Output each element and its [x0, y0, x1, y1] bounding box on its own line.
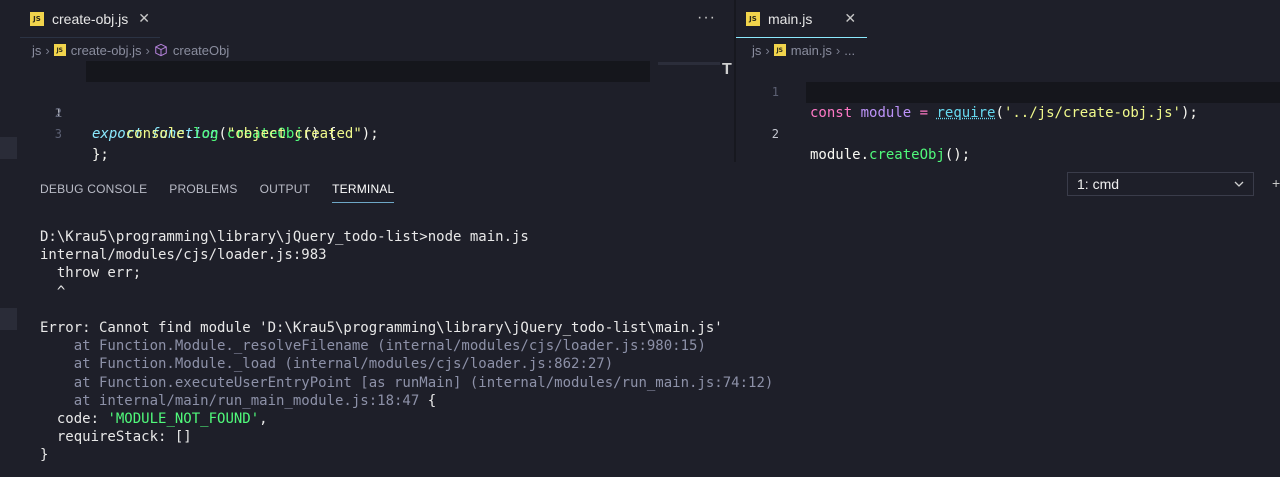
- code-token: .: [184, 126, 194, 142]
- close-icon[interactable]: ✕: [138, 10, 150, 27]
- code-token: "object created": [226, 126, 362, 142]
- terminal-line: internal/modules/cjs/loader.js:983: [40, 247, 327, 264]
- code-token: );: [1180, 105, 1198, 121]
- code-token: (: [218, 126, 227, 142]
- new-terminal-icon[interactable]: +: [1272, 175, 1280, 191]
- terminal-output[interactable]: D:\Krau5\programming\library\jQuery_todo…: [40, 228, 773, 464]
- tab-problems[interactable]: PROBLEMS: [169, 182, 237, 196]
- symbol-method-icon: [155, 43, 167, 57]
- code-token: };: [92, 147, 109, 163]
- right-editor-group: JS main.js ✕ js › JS main.js › ... 1 con…: [736, 0, 1280, 163]
- terminal-line: D:\Krau5\programming\library\jQuery_todo…: [40, 229, 529, 245]
- code-editor-left[interactable]: 1 export function createObj() { 2 consol…: [0, 61, 734, 163]
- breadcrumb-symbol[interactable]: createObj: [173, 43, 229, 58]
- code-editor-right[interactable]: 1 const module = require('../js/create-o…: [736, 61, 1280, 163]
- terminal-line: }: [40, 447, 49, 464]
- current-line-highlight: [86, 61, 650, 82]
- code-token: ();: [944, 147, 971, 163]
- code-token: '../js/create-obj.js': [1003, 105, 1181, 121]
- breadcrumb: js › JS main.js › ...: [736, 40, 855, 60]
- code-token: createObj: [869, 147, 945, 163]
- chevron-down-icon: [1234, 181, 1244, 187]
- gutter-marker: [0, 137, 17, 159]
- breadcrumb: js › JS create-obj.js › createObj: [0, 40, 229, 60]
- code-token: =: [919, 105, 929, 121]
- js-file-icon: JS: [53, 44, 66, 56]
- tab-label: main.js: [768, 10, 813, 27]
- code-token: module: [860, 105, 912, 121]
- tab-label: create-obj.js: [52, 10, 129, 27]
- terminal-text: 'MODULE_NOT_FOUND': [107, 410, 260, 427]
- js-file-icon: JS: [746, 11, 760, 26]
- tab-output[interactable]: OUTPUT: [260, 182, 311, 196]
- code-token: .: [860, 147, 870, 163]
- terminal-line: at internal/main/run_main_module.js:18:4…: [40, 392, 773, 410]
- terminal-text: at internal/main/run_main_module.js:18:4…: [40, 392, 420, 409]
- terminal-text: code:: [40, 410, 108, 427]
- line-number: 3: [54, 127, 62, 141]
- line-number: 2: [771, 127, 779, 141]
- right-tab-bar: JS main.js ✕: [736, 0, 1280, 38]
- terminal-line: at Function.executeUserEntryPoint [as ru…: [40, 374, 774, 391]
- chevron-right-icon: ›: [765, 42, 770, 58]
- terminal-line: Error: Cannot find module 'D:\Krau5\prog…: [40, 319, 723, 336]
- js-file-icon: JS: [773, 44, 786, 56]
- terminal-line: at Function.Module._load (internal/modul…: [40, 356, 614, 373]
- breadcrumb-folder[interactable]: js: [32, 43, 41, 58]
- minimap[interactable]: [658, 62, 720, 65]
- js-file-icon: JS: [30, 11, 44, 26]
- terminal-text: ,: [259, 410, 268, 427]
- code-token: module: [810, 147, 861, 163]
- code-line: 1 export function createObj() {: [0, 61, 734, 142]
- terminal-line: code: 'MODULE_NOT_FOUND',: [40, 410, 773, 428]
- terminal-line: at Function.Module._resolveFilename (int…: [40, 338, 706, 355]
- terminal-line: ^: [40, 283, 66, 300]
- chevron-right-icon: ›: [145, 42, 150, 58]
- code-token: const: [810, 105, 853, 121]
- breadcrumb-file[interactable]: create-obj.js: [71, 43, 142, 58]
- code-line: 3 };: [0, 103, 734, 163]
- code-line: 2 module.createObj();: [736, 82, 1280, 163]
- terminal-select[interactable]: 1: cmd: [1067, 172, 1254, 196]
- code-token: (: [995, 105, 1004, 121]
- code-token: );: [361, 126, 379, 142]
- breadcrumb-folder[interactable]: js: [752, 43, 761, 58]
- tab-terminal[interactable]: TERMINAL: [332, 182, 395, 203]
- more-actions-icon[interactable]: ···: [697, 9, 716, 27]
- gutter-marker: [0, 308, 17, 330]
- current-line-highlight: [806, 82, 1280, 103]
- code-line: 1 const module = require('../js/create-o…: [736, 61, 1280, 121]
- terminal-line: requireStack: []: [40, 429, 192, 446]
- left-tab-bar: JS create-obj.js ✕ ···: [0, 0, 734, 38]
- breadcrumb-more[interactable]: ...: [844, 43, 855, 58]
- terminal-text: {: [419, 392, 437, 409]
- bottom-panel: DEBUG CONSOLE PROBLEMS OUTPUT TERMINAL 1…: [0, 162, 1280, 477]
- tab-create-obj-js[interactable]: JS create-obj.js ✕: [20, 0, 160, 38]
- terminal-line: throw err;: [40, 265, 142, 282]
- code-token: log: [193, 126, 219, 142]
- panel-tab-bar: DEBUG CONSOLE PROBLEMS OUTPUT TERMINAL: [40, 178, 416, 203]
- code-line: 2 console.log("object created");: [0, 82, 734, 142]
- code-token: console: [125, 126, 185, 142]
- breadcrumb-file[interactable]: main.js: [791, 43, 832, 58]
- chevron-right-icon: ›: [835, 42, 841, 58]
- tab-debug-console[interactable]: DEBUG CONSOLE: [40, 182, 147, 196]
- chevron-right-icon: ›: [45, 42, 50, 58]
- code-token: require: [936, 105, 996, 121]
- text-cursor-icon: T: [722, 61, 732, 78]
- terminal-select-value: 1: cmd: [1077, 176, 1120, 192]
- tab-main-js[interactable]: JS main.js ✕: [736, 0, 867, 38]
- close-icon[interactable]: ✕: [844, 10, 856, 27]
- left-editor-group: JS create-obj.js ✕ ··· js › JS create-ob…: [0, 0, 734, 163]
